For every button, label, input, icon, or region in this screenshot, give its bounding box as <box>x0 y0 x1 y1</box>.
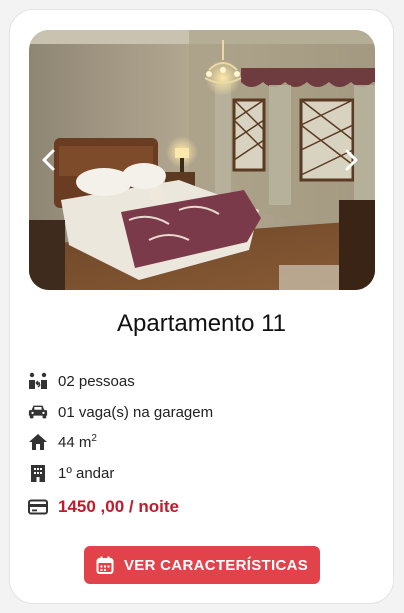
feature-area: 44 m2 <box>28 431 97 453</box>
feature-floor: 1º andar <box>28 462 114 484</box>
feature-parking: 01 vaga(s) na garagem <box>28 401 213 423</box>
room-photo <box>29 30 375 290</box>
area-label: 44 m2 <box>58 433 97 451</box>
listing-card: Apartamento 11 02 pessoas 01 vaga(s) na … <box>9 9 394 604</box>
floor-label: 1º andar <box>58 464 115 482</box>
building-icon <box>28 463 48 483</box>
parking-label: 01 vaga(s) na garagem <box>58 403 214 421</box>
listing-photo-carousel[interactable] <box>29 30 375 290</box>
guests-label: 02 pessoas <box>58 372 135 390</box>
chevron-right-icon[interactable] <box>341 148 361 172</box>
people-arrows-icon <box>28 371 48 391</box>
car-icon <box>28 402 48 422</box>
view-features-button[interactable]: VER CARACTERÍSTICAS <box>84 546 320 584</box>
feature-guests: 02 pessoas <box>28 370 135 392</box>
chevron-left-icon[interactable] <box>39 148 59 172</box>
house-icon <box>28 432 48 452</box>
price-label: 1450 ,00 / noite <box>58 497 179 516</box>
feature-price: 1450 ,00 / noite <box>28 496 179 518</box>
credit-card-icon <box>28 497 48 517</box>
calendar-icon <box>96 556 114 574</box>
listing-title: Apartamento 11 <box>117 310 286 337</box>
view-features-label: VER CARACTERÍSTICAS <box>123 556 309 574</box>
